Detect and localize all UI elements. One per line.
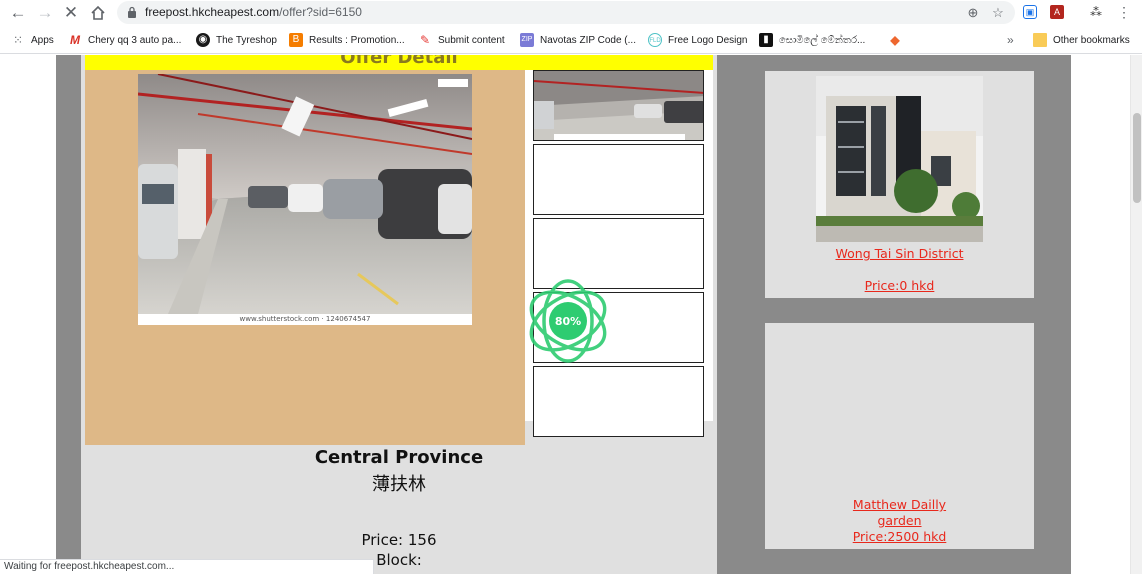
extension-screen-icon[interactable]: ▣ (1023, 5, 1037, 19)
bookmark-label: Navotas ZIP Code (... (540, 34, 636, 46)
offer-district-chinese: 薄扶林 (372, 474, 426, 495)
bookmark-label: Results : Promotion... (309, 34, 405, 46)
menu-dots-icon[interactable]: ⋮ (1115, 3, 1133, 21)
loader-percent: 80% (555, 315, 581, 328)
bookmark-label: Submit content (438, 34, 505, 46)
home-icon[interactable] (88, 3, 108, 23)
thumbnail-5[interactable] (533, 366, 704, 437)
page-scrollbar[interactable] (1130, 55, 1142, 574)
apps-grid-icon: ⁙ (12, 33, 24, 47)
thumbnail-2[interactable] (533, 144, 704, 215)
offer-detail-title: Offer Detail (340, 55, 458, 68)
bookmark-magento[interactable]: ◆ (888, 32, 908, 48)
bookmark-star-icon[interactable]: ☆ (990, 5, 1006, 21)
related-offer-card: Matthew Dailly garden Price:2500 hkd (765, 323, 1034, 549)
browser-status-bar: Waiting for freepost.hkcheapest.com... (0, 559, 374, 574)
bookmark-results-promotion[interactable]: B Results : Promotion... (289, 32, 405, 48)
loading-spinner-icon: 80% (529, 279, 607, 363)
zip-icon: ZIP (520, 33, 534, 47)
related-offer-name-link[interactable]: garden (765, 513, 1034, 528)
bookmark-chery[interactable]: M Chery qq 3 auto pa... (68, 32, 181, 48)
offer-price: Price: 156 (361, 531, 437, 549)
bookmark-submit-content[interactable]: ✎ Submit content (418, 32, 505, 48)
bookmark-label: සොමිලේ මේන්තර... (779, 34, 866, 46)
back-arrow-icon[interactable]: ← (8, 3, 28, 23)
url-text[interactable]: freepost.hkcheapest.com/offer?sid=6150 (145, 5, 362, 19)
forward-arrow-icon[interactable]: → (35, 3, 55, 23)
folder-icon (1033, 33, 1047, 47)
related-offer-name-link[interactable]: Matthew Dailly (765, 497, 1034, 512)
page-viewport: Offer Detail www.shutterstock.com · 1240… (0, 55, 1130, 574)
building-photo[interactable] (816, 76, 983, 242)
blogger-icon: B (289, 33, 303, 47)
thumbnail-garage-photo (534, 71, 703, 140)
left-gray-border (56, 55, 81, 574)
parking-garage-photo (138, 74, 472, 314)
related-offer-card: Wong Tai Sin District Price:0 hkd (765, 71, 1034, 298)
related-offer-price-link[interactable]: Price:2500 hkd (765, 529, 1034, 544)
thumbnail-1[interactable] (533, 70, 704, 141)
stop-loading-icon[interactable]: ✕ (61, 3, 81, 23)
bookmark-label: Other bookmarks (1053, 34, 1130, 46)
offer-detail-header: Offer Detail (85, 55, 713, 70)
browser-toolbar: ← → ✕ freepost.hkcheapest.com/offer?sid=… (0, 0, 1142, 26)
logo-design-icon: FLD (648, 33, 662, 47)
main-photo-frame[interactable]: www.shutterstock.com · 1240674547 (138, 74, 472, 325)
bookmark-label: The Tyreshop (216, 34, 277, 46)
bookmarks-bar: ⁙ Apps M Chery qq 3 auto pa... ◉ The Tyr… (0, 26, 1142, 54)
bookmark-label: Apps (31, 34, 54, 46)
bookmark-label: Free Logo Design (668, 34, 748, 46)
pdf-extension-icon[interactable]: A (1050, 5, 1064, 19)
overflow-chevron-icon: » (1007, 33, 1014, 47)
submit-icon: ✎ (419, 33, 431, 47)
bookmark-tyreshop[interactable]: ◉ The Tyreshop (196, 32, 277, 48)
related-offer-price-link[interactable]: Price:0 hkd (765, 278, 1034, 293)
address-bar[interactable]: freepost.hkcheapest.com/offer?sid=6150 ⊕… (117, 1, 1015, 24)
photo-watermark-caption: www.shutterstock.com · 1240674547 (239, 315, 371, 323)
bookmark-sinhala[interactable]: ▮ සොමිලේ මේන්තර... (759, 32, 865, 48)
related-offer-district-link[interactable]: Wong Tai Sin District (765, 246, 1034, 261)
bookmark-label: Chery qq 3 auto pa... (88, 34, 182, 46)
bookmark-dark-icon: ▮ (759, 33, 773, 47)
offer-location: Central Province (314, 447, 484, 468)
scrollbar-thumb[interactable] (1133, 113, 1141, 203)
tyreshop-icon: ◉ (196, 33, 210, 47)
bookmark-apps[interactable]: ⁙ Apps (11, 32, 54, 48)
bookmarks-overflow-button[interactable]: » (1007, 32, 1014, 48)
bookmark-free-logo-design[interactable]: FLD Free Logo Design (648, 32, 748, 48)
other-bookmarks-folder[interactable]: Other bookmarks (1033, 32, 1130, 48)
bookmark-navotas-zip[interactable]: ZIP Navotas ZIP Code (... (520, 32, 636, 48)
extension-puzzle-icon[interactable]: ⁂ (1087, 3, 1105, 21)
m-logo-icon: M (70, 33, 80, 47)
magento-icon: ◆ (890, 33, 900, 47)
translate-icon[interactable]: ⊕ (965, 5, 981, 21)
middle-gray-border (717, 55, 749, 574)
lock-icon (128, 6, 136, 18)
